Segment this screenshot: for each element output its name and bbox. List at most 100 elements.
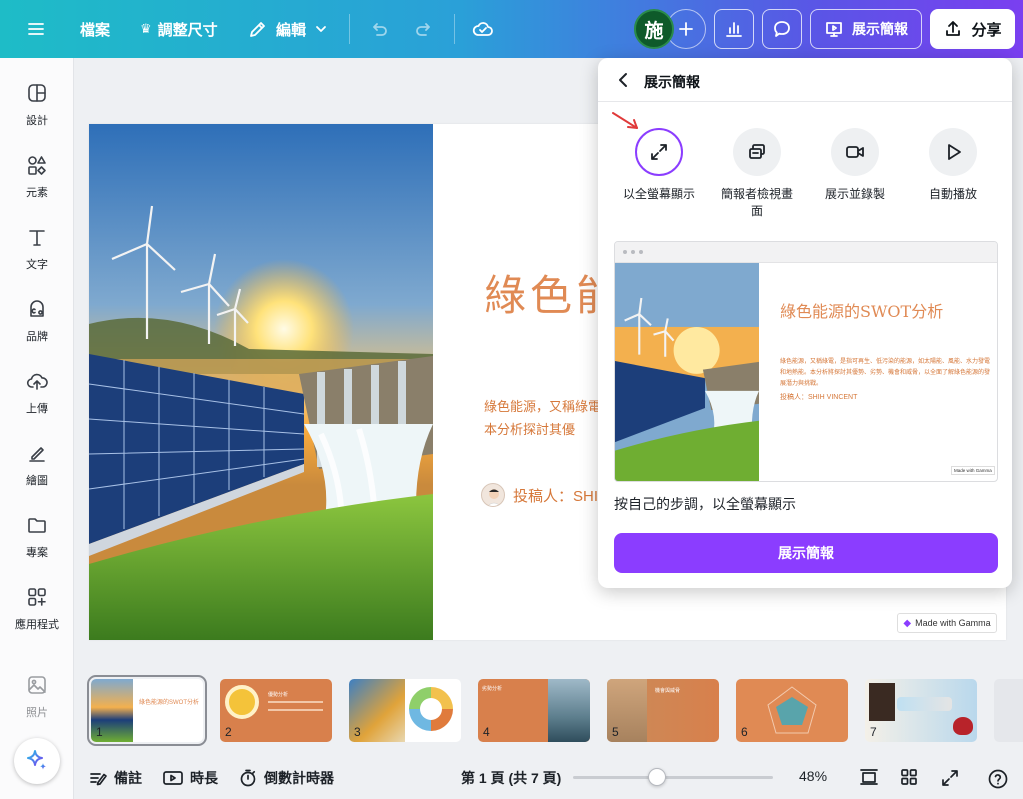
file-menu[interactable]: 檔案 <box>80 0 110 58</box>
zoom-level[interactable]: 48% <box>799 768 827 784</box>
apps-icon <box>28 588 46 606</box>
duration-label: 時長 <box>190 770 218 786</box>
zoom-slider[interactable] <box>573 768 773 786</box>
resize-label: 調整尺寸 <box>157 21 218 39</box>
slide-thumbnail[interactable]: 優勢分析 2 <box>220 679 332 742</box>
expand-icon <box>942 770 958 786</box>
bar-chart-icon <box>726 22 742 37</box>
slide-thumbnail[interactable]: 7 <box>865 679 977 742</box>
undo-button[interactable] <box>368 0 388 58</box>
option-icon-wrap <box>733 128 781 176</box>
option-fullscreen[interactable]: 以全螢幕顯示 <box>604 128 714 203</box>
rail-item-projects[interactable]: 專案 <box>0 514 74 574</box>
side-rail: 設計 元素 文字 品牌 上傳 繪圖 專案 應用程式 照片 <box>0 58 74 799</box>
help-button[interactable] <box>987 768 1009 790</box>
text-icon <box>29 230 45 246</box>
thumb-number: 1 <box>96 725 103 739</box>
slide-author[interactable]: 投稿人：SHI <box>481 483 598 507</box>
undo-icon <box>373 23 387 36</box>
insights-button[interactable] <box>714 9 754 49</box>
preview-badge: Made with Gamma <box>951 466 995 475</box>
rail-item-elements[interactable]: 元素 <box>0 154 74 214</box>
share-upload-icon <box>946 21 961 36</box>
top-bar: 檔案 ♛ 調整尺寸 編輯 施 展示簡報 分享 <box>0 0 1023 58</box>
preview-title: 綠色能源的SWOT分析 <box>780 302 944 321</box>
help-icon <box>988 769 1008 789</box>
back-arrow-icon[interactable] <box>614 70 634 90</box>
option-label: 展示並錄製 <box>824 187 885 201</box>
page-indicator[interactable]: 第 1 頁 (共 7 頁) <box>461 768 561 788</box>
rail-label: 照片 <box>26 707 48 719</box>
rail-item-upload[interactable]: 上傳 <box>0 370 74 430</box>
divider <box>349 14 350 44</box>
rail-item-text[interactable]: 文字 <box>0 226 74 286</box>
slide-thumbnail[interactable]: 6 <box>736 679 848 742</box>
divider <box>454 14 455 44</box>
slide-thumbnail[interactable]: 3 <box>349 679 461 742</box>
option-present-record[interactable]: 展示並錄製 <box>800 128 910 203</box>
slide-thumbnail[interactable]: 綠色能源的SWOT分析 1 <box>87 675 207 746</box>
edit-menu[interactable]: 編輯 <box>248 0 328 58</box>
grid-view-button[interactable] <box>900 768 918 786</box>
slide-photo-energy[interactable] <box>89 124 433 640</box>
made-with-gamma-badge[interactable]: ◆ Made with Gamma <box>897 613 997 633</box>
rail-item-apps[interactable]: 應用程式 <box>0 586 74 646</box>
notes-icon <box>90 773 107 786</box>
present-cta-button[interactable]: 展示簡報 <box>614 533 998 573</box>
gamma-logo-icon: ◆ <box>903 617 912 629</box>
fullscreen-button[interactable] <box>940 768 960 788</box>
share-button[interactable]: 分享 <box>930 9 1015 49</box>
folder-icon <box>28 518 46 533</box>
notes-label: 備註 <box>114 770 142 786</box>
magic-assistant-button[interactable] <box>14 738 60 784</box>
rail-item-draw[interactable]: 繪圖 <box>0 442 74 502</box>
grid-icon <box>901 769 917 785</box>
author-label: 投稿人：SHI <box>513 487 599 505</box>
avatar[interactable]: 施 <box>634 9 674 49</box>
menu-icon[interactable] <box>26 0 46 58</box>
option-description: 按自己的步調，以全螢幕顯示 <box>614 496 796 512</box>
share-label: 分享 <box>971 21 1002 39</box>
timer-label: 倒數計時器 <box>264 770 334 786</box>
add-slide-button[interactable] <box>994 679 1023 742</box>
present-button[interactable]: 展示簡報 <box>810 9 922 49</box>
zoom-slider-handle[interactable] <box>648 768 667 786</box>
thumb-number: 5 <box>612 725 619 739</box>
crown-icon: ♛ <box>140 21 152 36</box>
slide-filmstrip: 綠色能源的SWOT分析 1 優勢分析 2 3 劣勢分析 4 機會與威脅 5 6 … <box>74 662 1023 754</box>
thumb-text: 綠色能源的SWOT分析 <box>139 700 199 706</box>
cloud-save-button[interactable] <box>472 0 494 58</box>
rail-label: 元素 <box>26 187 48 199</box>
option-label: 以全螢幕顯示 <box>622 187 695 201</box>
timer-button[interactable]: 倒數計時器 <box>238 768 334 788</box>
comment-button[interactable] <box>762 9 802 49</box>
edit-label: 編輯 <box>276 21 307 39</box>
resize-menu[interactable]: ♛ 調整尺寸 <box>140 0 218 58</box>
thumb-number: 2 <box>225 725 232 739</box>
thumb-number: 3 <box>354 725 361 739</box>
preview-window-bar <box>615 242 997 263</box>
slide-thumbnail[interactable]: 機會與威脅 5 <box>607 679 719 742</box>
option-icon-wrap <box>831 128 879 176</box>
option-presenter-view[interactable]: 簡報者檢視畫面 <box>702 128 812 220</box>
rail-item-brand[interactable]: 品牌 <box>0 298 74 358</box>
rail-item-photos[interactable]: 照片 <box>0 674 74 734</box>
gamma-badge-label: Made with Gamma <box>915 618 991 628</box>
panel-title: 展示簡報 <box>644 74 700 90</box>
duration-button[interactable]: 時長 <box>162 768 218 788</box>
thumb-text: 優勢分析 <box>268 692 289 698</box>
redo-button[interactable] <box>415 0 435 58</box>
preview-body: 綠色能源，又稱綠電，是指可再生、低污染的能源，如太陽能、風能、水力發電和地熱能。… <box>780 359 991 387</box>
sparkle-icon <box>27 750 46 770</box>
notes-button[interactable]: 備註 <box>88 768 142 788</box>
single-page-view-button[interactable] <box>859 768 879 786</box>
rail-label: 品牌 <box>26 331 48 343</box>
rail-label: 上傳 <box>26 403 48 415</box>
shapes-icon <box>28 156 46 175</box>
rail-item-design[interactable]: 設計 <box>0 82 74 142</box>
presentation-icon <box>826 22 842 37</box>
slide-thumbnail[interactable]: 劣勢分析 4 <box>478 679 590 742</box>
option-autoplay[interactable]: 自動播放 <box>898 128 1008 203</box>
rail-label: 文字 <box>26 259 48 271</box>
option-label: 自動播放 <box>928 187 977 201</box>
